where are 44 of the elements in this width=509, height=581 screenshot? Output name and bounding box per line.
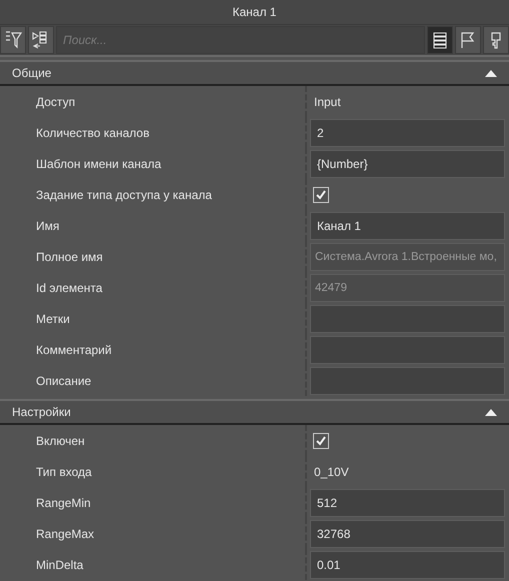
property-label: Количество каналов — [36, 126, 150, 140]
input-field[interactable]: {Number} — [310, 150, 505, 178]
property-label: Полное имя — [36, 250, 103, 264]
input-field[interactable]: 0.01 — [310, 550, 505, 578]
tree-button[interactable] — [28, 26, 54, 54]
input-field[interactable]: Канал 1 — [310, 212, 505, 240]
collapse-icon[interactable] — [485, 70, 497, 76]
input-field[interactable]: 32768 — [310, 520, 505, 548]
section-title: Настройки — [12, 405, 71, 419]
property-label: Включен — [36, 434, 85, 448]
section-header[interactable]: Настройки — [0, 399, 509, 425]
property-label: Id элемента — [36, 280, 102, 294]
key-view-button[interactable] — [483, 26, 509, 54]
sort-filter-icon — [3, 30, 23, 50]
checkbox[interactable] — [313, 432, 329, 448]
property-label: Комментарий — [36, 342, 112, 356]
window-title: Канал 1 — [232, 5, 276, 19]
property-label: Доступ — [36, 94, 76, 108]
value-text: 0_10V — [313, 464, 349, 478]
readonly-field: Система.Avrora 1.Встроенные мо, — [310, 242, 505, 270]
input-field[interactable] — [310, 366, 505, 394]
property-label: RangeMin — [36, 496, 91, 510]
property-label: Метки — [36, 312, 70, 326]
property-label: Тип входа — [36, 464, 92, 478]
flag-view-button[interactable] — [455, 26, 481, 54]
input-field[interactable] — [310, 336, 505, 364]
checkbox[interactable] — [313, 186, 329, 202]
value-text: Input — [313, 94, 341, 108]
property-label: RangeMax — [36, 526, 94, 540]
list-view-button[interactable] — [427, 26, 453, 54]
sort-filter-button[interactable] — [0, 26, 26, 54]
readonly-field: 42479 — [310, 274, 505, 302]
collapse-icon[interactable] — [485, 408, 497, 416]
property-label: Задание типа доступа у канала — [36, 188, 212, 202]
input-field[interactable]: 2 — [310, 118, 505, 146]
section-title: Общие — [12, 66, 52, 80]
property-label: MinDelta — [36, 558, 84, 572]
input-field[interactable]: 512 — [310, 488, 505, 516]
search-field[interactable]: Поиск... — [56, 26, 425, 54]
property-label: Описание — [36, 374, 92, 388]
section-header[interactable]: Общие — [0, 60, 509, 86]
input-field[interactable] — [310, 304, 505, 332]
property-label: Имя — [36, 218, 60, 232]
property-label: Шаблон имени канала — [36, 156, 162, 170]
